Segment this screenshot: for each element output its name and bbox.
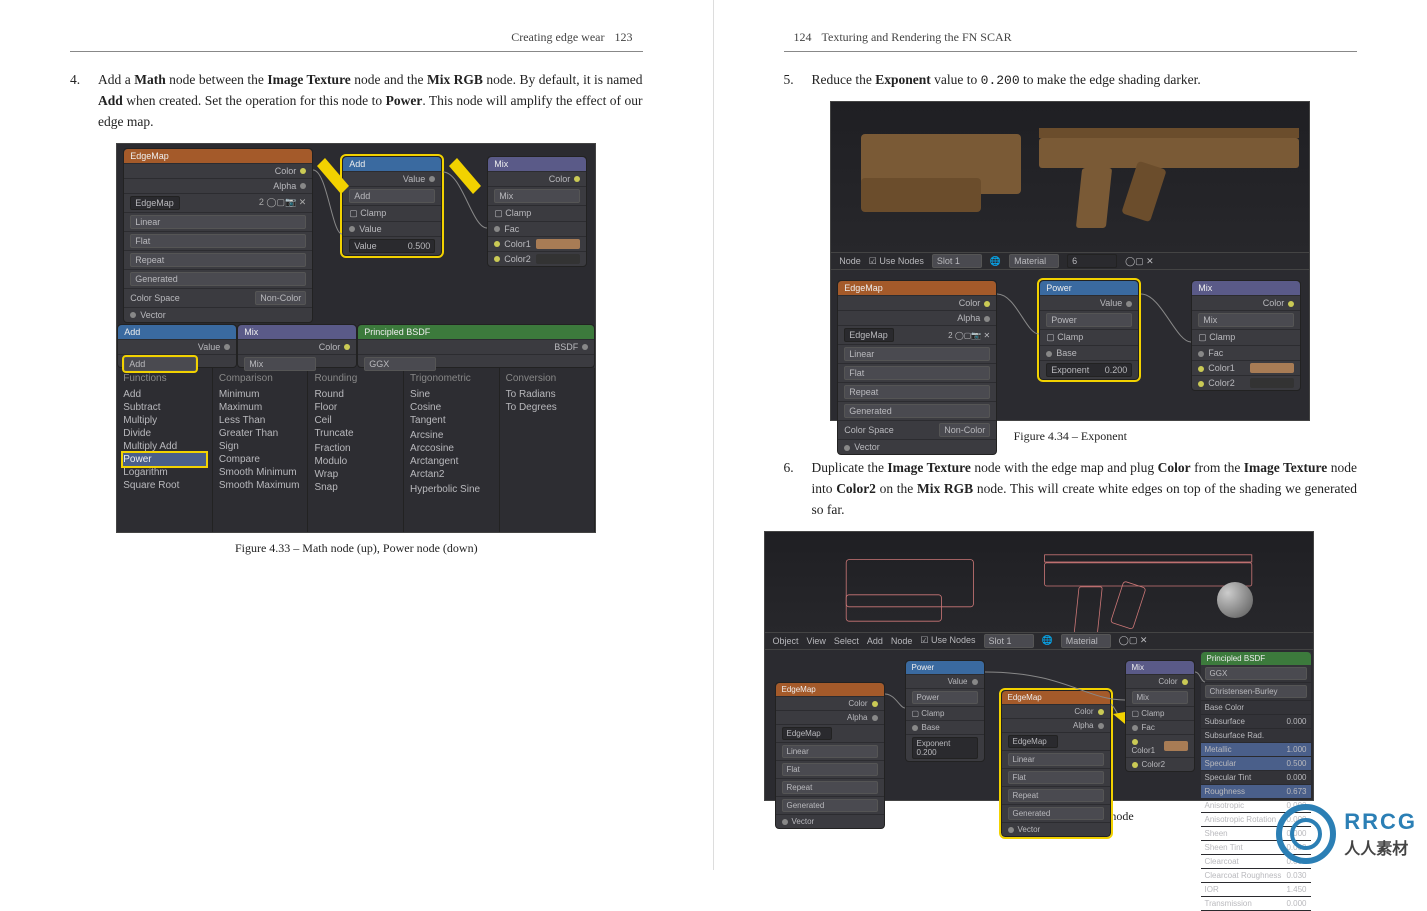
math-operation-menu: Add Value Add Mix Color Mix Principled B… — [117, 324, 595, 532]
running-head-left: Creating edge wear 123 — [70, 30, 643, 52]
node-edgemap-434[interactable]: EdgeMap Color Alpha EdgeMap2 ◯▢📷 ✕ Linea… — [837, 280, 997, 455]
src-dropdown[interactable]: Generated — [130, 272, 306, 286]
figure-4-33: EdgeMap Color Alpha EdgeMap2 ◯▢📷 ✕ Linea… — [116, 143, 596, 533]
watermark: RRCG 人人素材 — [1276, 804, 1417, 864]
figure-4-35: Object View Select Add Node ☑ Use Nodes … — [764, 531, 1314, 801]
use-nodes-checkbox[interactable]: ☑ Use Nodes — [869, 256, 924, 267]
slot-dropdown[interactable]: Slot 1 — [932, 254, 982, 268]
page-number: 124 — [794, 30, 812, 45]
node-bsdf-435[interactable]: Principled BSDF GGX Christensen-Burley B… — [1201, 652, 1311, 798]
rifle-wireframe-icon — [845, 548, 1251, 632]
node-edgemap2-435[interactable]: EdgeMap Color Alpha EdgeMap Linear Flat … — [1001, 690, 1111, 837]
bsdf-row[interactable]: Subsurface Rad. — [1201, 729, 1311, 743]
step-text: Add a Math node between the Image Textur… — [98, 70, 643, 133]
node-math-add[interactable]: Add Value Add ▢ Clamp Value Value0.500 — [342, 156, 442, 256]
node-edgemap1-435[interactable]: EdgeMap Color Alpha EdgeMap Linear Flat … — [775, 682, 885, 829]
node-header: Mix — [488, 157, 586, 171]
menu-col-rounding: Rounding Round Floor Ceil Truncate Fract… — [308, 368, 404, 532]
viewport-preview — [831, 102, 1309, 252]
step-number: 4. — [70, 70, 86, 133]
running-head-right: 124 Texturing and Rendering the FN SCAR — [784, 30, 1358, 52]
material-buttons[interactable]: ◯▢ ✕ — [1125, 256, 1154, 267]
node-power-435[interactable]: Power Value Power ▢ Clamp Base Exponent … — [905, 660, 985, 762]
node-edgemap[interactable]: EdgeMap Color Alpha EdgeMap2 ◯▢📷 ✕ Linea… — [123, 148, 313, 323]
step-text: Reduce the Exponent value to 0.200 to ma… — [812, 70, 1201, 91]
page-123: Creating edge wear 123 4. Add a Math nod… — [0, 0, 714, 870]
material-preview-sphere-icon — [1217, 582, 1253, 618]
bsdf-row[interactable]: Metallic1.000 — [1201, 743, 1311, 757]
rifle-model-icon — [861, 120, 1299, 240]
bsdf-row[interactable]: Clearcoat Roughness0.030 — [1201, 869, 1311, 883]
chapter-title: Texturing and Rendering the FN SCAR — [822, 30, 1012, 45]
bsdf-row[interactable]: Transmission0.000 — [1201, 897, 1311, 911]
bsdf-row[interactable]: Roughness0.673 — [1201, 785, 1311, 799]
material-bar: Node ☑ Use Nodes Slot 1 🌐 Material 6 ◯▢ … — [831, 252, 1309, 270]
bsdf-row[interactable]: Specular0.500 — [1201, 757, 1311, 771]
use-nodes-checkbox[interactable]: ☑ Use Nodes — [920, 635, 975, 646]
node-mix[interactable]: Mix Color Mix ▢ Clamp Fac Color1 Color2 — [487, 156, 587, 267]
menu-col-trig: Trigonometric Sine Cosine Tangent Arcsin… — [404, 368, 500, 532]
menu-col-comparison: Comparison Minimum Maximum Less Than Gre… — [213, 368, 309, 532]
node-mix-435[interactable]: Mix Color Mix ▢ Clamp Fac Color1 Color2 — [1125, 660, 1195, 772]
op-dropdown[interactable]: Add — [349, 189, 435, 203]
mix-mode[interactable]: Mix — [494, 189, 580, 203]
page-124: 124 Texturing and Rendering the FN SCAR … — [714, 0, 1427, 870]
material-dropdown[interactable]: Material — [1009, 254, 1059, 268]
bsdf-row[interactable]: IOR1.450 — [1201, 883, 1311, 897]
viewport-preview-wf — [765, 532, 1313, 632]
op-menu-columns: Functions Add Subtract Multiply Divide M… — [117, 368, 595, 532]
step-4: 4. Add a Math node between the Image Tex… — [70, 70, 643, 133]
menu-col-conversion: Conversion To Radians To Degrees — [500, 368, 596, 532]
exponent-input[interactable]: Exponent0.200 — [1046, 363, 1132, 377]
proj-dropdown[interactable]: Flat — [130, 234, 306, 248]
book-spread: Creating edge wear 123 4. Add a Math nod… — [0, 0, 1427, 870]
bottom-mix-node[interactable]: Mix Color Mix — [237, 324, 357, 368]
bsdf-row[interactable]: Subsurface0.000 — [1201, 715, 1311, 729]
menu-col-functions: Functions Add Subtract Multiply Divide M… — [117, 368, 213, 532]
bottom-add-node[interactable]: Add Value Add — [117, 324, 237, 368]
interp-dropdown[interactable]: Linear — [130, 215, 306, 229]
node-header: Add — [343, 157, 441, 171]
node-mix-434[interactable]: Mix Color Mix ▢ Clamp Fac Color1 Color2 — [1191, 280, 1301, 391]
node-header: EdgeMap — [124, 149, 312, 163]
ext-dropdown[interactable]: Repeat — [130, 253, 306, 267]
step-6: 6. Duplicate the Image Texture node with… — [784, 458, 1358, 521]
value-input[interactable]: Value0.500 — [349, 239, 435, 253]
bottom-bsdf-node[interactable]: Principled BSDF BSDF GGX — [357, 324, 595, 368]
watermark-logo-icon — [1276, 804, 1336, 864]
page-number: 123 — [615, 30, 633, 45]
bsdf-row[interactable]: Specular Tint0.000 — [1201, 771, 1311, 785]
menu-power[interactable]: Power — [123, 453, 206, 466]
editor-header-bar: Object View Select Add Node ☑ Use Nodes … — [765, 632, 1313, 650]
step-text: Duplicate the Image Texture node with th… — [812, 458, 1358, 521]
section-title: Creating edge wear — [511, 30, 604, 45]
step-5: 5. Reduce the Exponent value to 0.200 to… — [784, 70, 1358, 91]
figure-4-34: Node ☑ Use Nodes Slot 1 🌐 Material 6 ◯▢ … — [830, 101, 1310, 421]
node-power-434[interactable]: Power Value Power ▢ Clamp Base Exponent0… — [1039, 280, 1139, 380]
image-field[interactable]: EdgeMap — [130, 196, 180, 210]
figure-4-33-caption: Figure 4.33 – Math node (up), Power node… — [70, 541, 643, 556]
